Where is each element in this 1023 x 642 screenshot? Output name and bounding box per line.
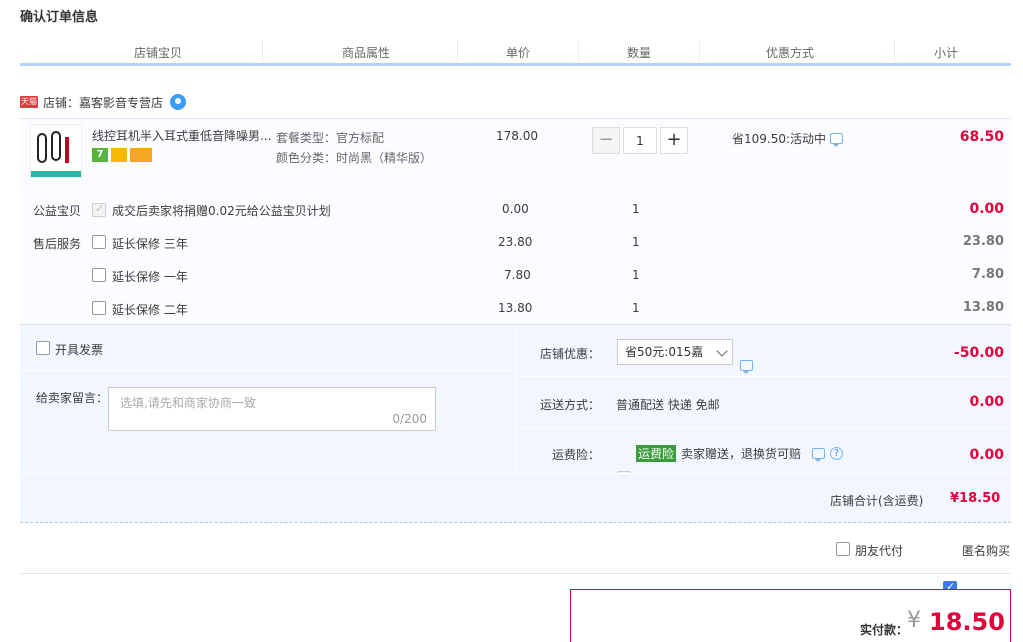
anonymous-label[interactable]: 匿名购买 (962, 542, 1010, 559)
friend-pay-label[interactable]: 朋友代付 (855, 542, 903, 559)
warranty-1y-price: 7.80 (504, 268, 531, 282)
column-header-item: 店铺宝贝 (133, 46, 182, 60)
promo-comment-icon[interactable] (830, 133, 844, 147)
quantity-stepper: − 1 + (592, 127, 688, 154)
quality-guarantee-icon[interactable] (111, 148, 127, 162)
currency-symbol: ¥ (907, 608, 921, 633)
charity-checkbox (92, 202, 106, 217)
shop-name[interactable]: 店铺：嘉客影音专营店 (43, 94, 163, 111)
charity-label: 公益宝贝 (33, 204, 82, 218)
charity-price: 0.00 (502, 202, 529, 216)
delivery-method: 普通配送 快递 免邮 (616, 398, 720, 412)
promo-info: 省109.50:活动中 (732, 130, 844, 147)
payment-summary: 实付款： ¥ 18.50 (570, 589, 1011, 642)
invoice-checkbox[interactable] (36, 341, 50, 355)
shop-discount-selected: 省50元:015嘉 (625, 345, 704, 359)
memo-placeholder: 选填,请先和商家协商一致 (120, 396, 256, 410)
column-separator (578, 40, 579, 62)
panel-divider (516, 376, 1011, 377)
warranty-3y-price: 23.80 (498, 235, 533, 249)
insurance-text: 卖家赠送，退换货可赔 (681, 447, 802, 461)
column-header-qty: 数量 (626, 46, 651, 60)
quantity-input[interactable]: 1 (623, 127, 657, 154)
warranty-3y-label[interactable]: 延长保修 三年 (112, 235, 188, 252)
wangwang-chat-icon[interactable] (170, 94, 187, 110)
page-title: 确认订单信息 (20, 10, 99, 25)
warranty-1y-subtotal: 7.80 (971, 267, 1004, 282)
warranty-3y-qty: 1 (632, 235, 640, 249)
charity-text: 成交后卖家将捐赠0.02元给公益宝贝计划 (112, 204, 331, 218)
panel-divider (516, 427, 1011, 428)
warranty-3y-subtotal: 23.80 (962, 234, 1004, 249)
service-badges: 7 (92, 148, 152, 162)
promo-text: 省109.50:活动中 (732, 132, 827, 146)
insurance-comment-icon[interactable] (812, 448, 826, 462)
warranty-1y-qty: 1 (632, 268, 640, 282)
warranty-2y-checkbox[interactable] (92, 301, 106, 315)
delivery-label: 运送方式： (540, 398, 601, 412)
unit-price: 178.00 (496, 129, 538, 143)
charity-subtotal: 0.00 (969, 201, 1004, 217)
insurance-tag: 运费险 (636, 445, 677, 462)
shop-total-label: 店铺合计(含运费) (830, 494, 924, 508)
friend-pay-checkbox[interactable] (836, 542, 850, 556)
payment-amount: 18.50 (929, 608, 1005, 636)
warranty-2y-qty: 1 (632, 301, 640, 315)
column-header-price: 单价 (505, 46, 530, 60)
warranty-2y-subtotal: 13.80 (962, 300, 1004, 315)
options-divider (20, 573, 1011, 574)
table-header: 店铺宝贝 商品属性 单价 数量 优惠方式 小计 (20, 38, 1011, 66)
warranty-2y-label[interactable]: 延长保修 二年 (112, 301, 188, 318)
tmall-badge: 天猫 (20, 96, 38, 108)
column-separator (457, 40, 458, 62)
quantity-plus-button[interactable]: + (660, 127, 688, 154)
payment-label: 实付款： (860, 623, 909, 637)
warranty-3y-checkbox[interactable] (92, 235, 106, 249)
shop-discount-amount: -50.00 (953, 345, 1004, 361)
column-separator (262, 40, 263, 62)
discount-comment-icon[interactable] (740, 360, 753, 374)
column-header-subtotal: 小计 (933, 46, 958, 60)
shop-discount-label: 店铺优惠： (540, 347, 601, 361)
column-header-props: 商品属性 (341, 46, 390, 60)
product-prop-color: 颜色分类：时尚黑（精华版） (276, 151, 433, 165)
product-thumbnail[interactable] (30, 124, 82, 178)
chevron-down-icon (716, 345, 728, 357)
order-item-panel (20, 118, 1011, 324)
earphone-left-graphic (37, 133, 47, 163)
earphone-plug-graphic (65, 137, 69, 163)
memo-label: 给卖家留言： (36, 391, 109, 405)
column-separator (894, 40, 895, 62)
item-subtotal: 68.50 (959, 129, 1004, 145)
shop-row: 天猫 店铺：嘉客影音专营店 (20, 92, 187, 112)
column-header-promo: 优惠方式 (765, 46, 814, 60)
warranty-2y-price: 13.80 (498, 301, 533, 315)
insurance-label: 运费险： (552, 448, 601, 462)
shop-discount-select[interactable]: 省50元:015嘉 (617, 339, 733, 365)
warranty-1y-label[interactable]: 延长保修 一年 (112, 268, 188, 285)
shop-total-amount: ¥18.50 (950, 491, 1001, 506)
insurance-amount: 0.00 (969, 447, 1004, 463)
delivery-amount: 0.00 (969, 394, 1004, 410)
help-icon[interactable]: ? (830, 447, 844, 460)
column-separator (699, 40, 700, 62)
shop-total-bar: 店铺合计(含运费) ¥18.50 (20, 473, 1011, 523)
insurance-info: 运费险 卖家赠送，退换货可赔 ? (636, 445, 844, 462)
warranty-1y-checkbox[interactable] (92, 268, 106, 282)
earphone-right-graphic (51, 131, 61, 161)
product-title-link[interactable]: 线控耳机半入耳式重低音降噪男... (92, 127, 272, 144)
memo-char-count: 0/200 (392, 412, 427, 426)
product-prop-package: 套餐类型：官方标配 (276, 131, 385, 145)
credit-card-icon[interactable] (130, 148, 152, 162)
quantity-minus-button[interactable]: − (592, 127, 620, 154)
memo-textarea[interactable]: 选填,请先和商家协商一致 0/200 (108, 387, 436, 431)
charity-qty: 1 (632, 202, 640, 216)
seven-day-return-icon[interactable]: 7 (92, 148, 108, 162)
after-sales-label: 售后服务 (33, 237, 82, 251)
thumbnail-strip (31, 171, 81, 177)
panel-divider (20, 370, 515, 371)
invoice-label[interactable]: 开具发票 (55, 341, 103, 358)
